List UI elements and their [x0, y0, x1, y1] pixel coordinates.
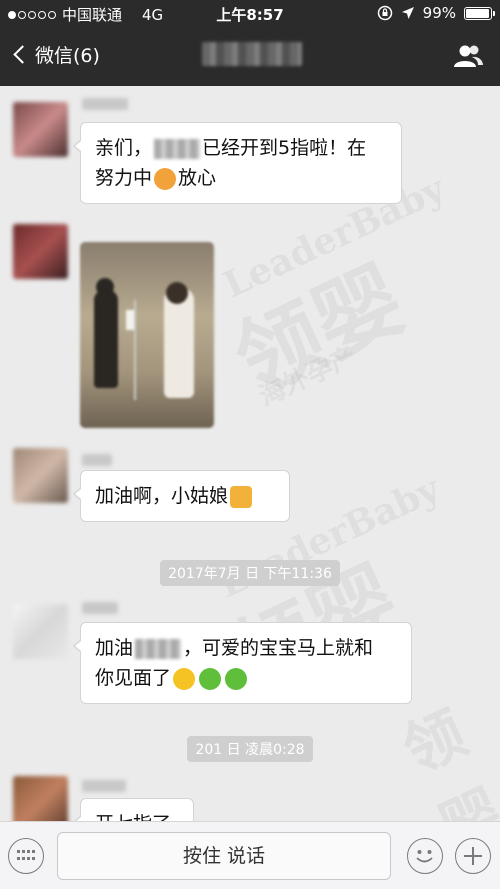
message-photo[interactable] — [80, 242, 214, 428]
baby-emoji-icon — [225, 667, 248, 690]
message-text: 你见面了 — [95, 667, 172, 689]
battery-icon — [464, 6, 495, 20]
chat-header: 微信(6) — [0, 26, 500, 86]
baby-emoji-icon — [199, 667, 222, 690]
rotation-lock-icon — [377, 5, 392, 21]
sender-avatar[interactable] — [13, 776, 68, 821]
message-timestamp: 2017年7月 日 下午11:36 — [0, 560, 500, 586]
message-text: 已经开到5指啦！在 — [202, 137, 367, 159]
sender-name-redacted — [82, 98, 128, 110]
sender-avatar[interactable] — [13, 604, 68, 659]
emoji-button[interactable] — [407, 838, 443, 874]
message-text: 开七指了 — [95, 813, 171, 821]
redacted-name — [154, 138, 201, 159]
message-bubble[interactable]: 加油啊，小姑娘 — [73, 470, 290, 522]
location-arrow-icon — [401, 7, 414, 19]
chat-message-list[interactable]: LeaderBaby 领婴 海外孕产 LeaderBaby 领婴 领婴 亲们，已… — [0, 86, 500, 821]
fist-emoji-icon — [154, 167, 177, 190]
status-bar: 中国联通 4G 上午8:57 99% — [0, 0, 500, 26]
sun-emoji-icon — [173, 667, 196, 690]
smiley-icon — [416, 850, 433, 863]
message-timestamp: 201 日 凌晨0:28 — [0, 736, 500, 762]
sender-avatar[interactable] — [13, 102, 68, 157]
chat-title-redacted — [202, 42, 302, 66]
message-text: 亲们， — [95, 137, 153, 159]
flexed-biceps-emoji-icon — [230, 485, 253, 508]
message-text: 加油 — [95, 637, 134, 659]
chevron-left-icon — [13, 45, 32, 64]
message-bubble[interactable]: 加油 ，可爱的宝宝马上就和 你见面了 — [73, 622, 412, 704]
sender-avatar[interactable] — [13, 448, 68, 503]
chat-input-bar: 按住 说话 — [0, 821, 500, 889]
message-text: 放心 — [178, 167, 217, 189]
sender-name-redacted — [82, 602, 118, 614]
chat-members-icon[interactable] — [452, 43, 484, 69]
watermark-cn: 领婴 — [220, 248, 419, 413]
hold-to-talk-button[interactable]: 按住 说话 — [57, 832, 391, 880]
keyboard-icon — [17, 850, 35, 862]
message-text: ，可爱的宝宝马上就和 — [183, 637, 374, 659]
watermark-tagline: 海外孕产 — [254, 341, 362, 413]
message-bubble[interactable]: 开七指了 — [73, 798, 194, 821]
battery-percent: 99% — [422, 4, 456, 22]
message-text: 努力中 — [95, 167, 153, 189]
redacted-name — [135, 638, 182, 659]
keyboard-toggle-button[interactable] — [8, 838, 44, 874]
back-button[interactable]: 微信(6) — [10, 41, 100, 68]
sender-avatar[interactable] — [13, 224, 68, 279]
more-plus-button[interactable] — [455, 838, 491, 874]
sender-name-redacted — [82, 780, 126, 792]
message-bubble[interactable]: 亲们， 已经开到5指啦！在 努力中 放心 — [73, 122, 402, 204]
sender-name-redacted — [82, 454, 112, 466]
message-text: 加油啊，小姑娘 — [95, 485, 229, 507]
back-label: 微信(6) — [35, 45, 100, 67]
